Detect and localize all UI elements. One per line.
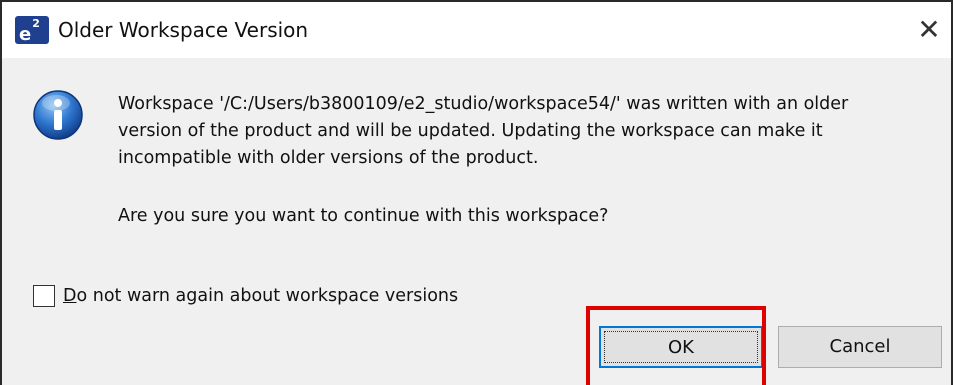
ok-button-label: OK: [604, 331, 758, 363]
message-line: Workspace '/C:/Users/b3800109/e2_studio/…: [118, 94, 849, 114]
cancel-button[interactable]: Cancel: [778, 326, 942, 368]
title-bar: e2 Older Workspace Version ✕: [2, 2, 951, 58]
ok-button[interactable]: OK: [599, 326, 763, 368]
message-line: incompatible with older versions of the …: [118, 148, 539, 168]
message-text: Workspace '/C:/Users/b3800109/e2_studio/…: [118, 91, 938, 172]
do-not-warn-option[interactable]: Do not warn again about workspace versio…: [33, 283, 458, 309]
close-icon[interactable]: ✕: [911, 12, 947, 48]
app-icon-superscript: 2: [32, 17, 40, 30]
e2-studio-logo-icon: e2: [15, 16, 49, 45]
app-icon-letter: e: [19, 24, 32, 45]
do-not-warn-checkbox[interactable]: [33, 285, 55, 307]
info-icon: [33, 90, 83, 140]
checkbox-label-text: o not warn again about workspace version…: [76, 286, 459, 306]
message-line: version of the product and will be updat…: [118, 121, 823, 141]
mnemonic-letter: D: [63, 286, 77, 306]
confirmation-question: Are you sure you want to continue with t…: [118, 206, 609, 226]
older-workspace-dialog: e2 Older Workspace Version ✕ Workspace '…: [0, 0, 953, 385]
do-not-warn-label[interactable]: Do not warn again about workspace versio…: [63, 286, 458, 306]
window-title: Older Workspace Version: [58, 18, 309, 42]
